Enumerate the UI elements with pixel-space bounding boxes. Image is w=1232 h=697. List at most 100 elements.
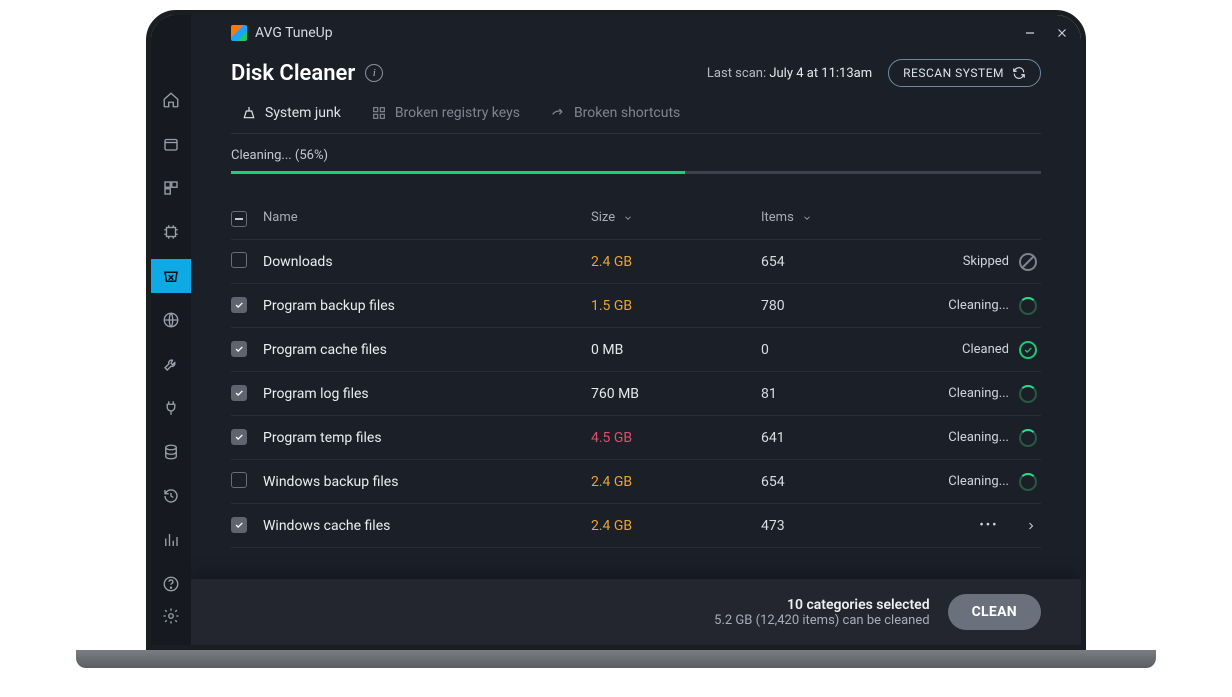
sidebar <box>151 15 191 645</box>
col-name[interactable]: Name <box>263 210 591 225</box>
tab-label: Broken registry keys <box>395 105 520 121</box>
row-items: 81 <box>761 386 911 402</box>
row-size: 1.5 GB <box>591 298 761 314</box>
row-name: Program backup files <box>263 298 591 314</box>
row-size: 4.5 GB <box>591 430 761 446</box>
last-scan-label: Last scan: <box>707 66 766 81</box>
row-name: Windows cache files <box>263 518 591 534</box>
table-header: Name Size Items <box>231 196 1041 240</box>
results-table: Name Size Items Downloads2.4 GB654Skippe… <box>191 174 1081 579</box>
row-checkbox[interactable] <box>231 429 247 445</box>
row-size: 760 MB <box>591 386 761 402</box>
refresh-icon <box>1012 66 1026 80</box>
row-status: Cleaning... <box>911 297 1041 315</box>
spinner-icon <box>1019 385 1037 403</box>
row-items: 780 <box>761 298 911 314</box>
row-status: Cleaning... <box>911 429 1041 447</box>
spinner-icon <box>1019 297 1037 315</box>
row-items: 641 <box>761 430 911 446</box>
titlebar: AVG TuneUp <box>191 15 1081 51</box>
row-checkbox[interactable] <box>231 517 247 533</box>
row-name: Downloads <box>263 254 591 270</box>
col-items[interactable]: Items <box>761 210 911 225</box>
spinner-icon <box>1019 429 1037 447</box>
progress-label: Cleaning... (56%) <box>231 148 1041 163</box>
row-name: Program cache files <box>263 342 591 358</box>
spinner-icon <box>1019 473 1037 491</box>
check-icon <box>1019 341 1037 359</box>
tab-label: System junk <box>265 105 341 121</box>
footer-title: 10 categories selected <box>714 597 929 613</box>
row-checkbox[interactable] <box>231 297 247 313</box>
sidebar-drive[interactable] <box>151 127 191 161</box>
chevron-right-icon[interactable] <box>1025 520 1037 532</box>
row-name: Program log files <box>263 386 591 402</box>
row-size: 2.4 GB <box>591 254 761 270</box>
sidebar-history[interactable] <box>151 479 191 513</box>
sidebar-plug[interactable] <box>151 391 191 425</box>
close-button[interactable] <box>1055 26 1069 40</box>
footer-sub: 5.2 GB (12,420 items) can be cleaned <box>714 613 929 628</box>
skip-icon <box>1019 253 1037 271</box>
row-checkbox[interactable] <box>231 252 247 268</box>
sidebar-chart[interactable] <box>151 523 191 557</box>
tabs: System junk Broken registry keys Broken … <box>231 97 1041 134</box>
broom-icon <box>241 105 257 121</box>
tab-shortcuts[interactable]: Broken shortcuts <box>550 105 680 121</box>
sidebar-apps[interactable] <box>151 171 191 205</box>
row-items: 0 <box>761 342 911 358</box>
sidebar-settings[interactable] <box>151 599 191 633</box>
sidebar-wrench[interactable] <box>151 347 191 381</box>
row-name: Program temp files <box>263 430 591 446</box>
tab-system-junk[interactable]: System junk <box>241 105 341 121</box>
sidebar-db[interactable] <box>151 435 191 469</box>
progress-bar <box>231 171 1041 174</box>
table-row[interactable]: Program log files760 MB81Cleaning... <box>231 372 1041 416</box>
app-window: AVG TuneUp Disk Cleaner i Last scan: Jul… <box>151 15 1081 645</box>
table-row[interactable]: Windows backup files2.4 GB654Cleaning... <box>231 460 1041 504</box>
row-size: 2.4 GB <box>591 518 761 534</box>
sidebar-globe[interactable] <box>151 303 191 337</box>
rescan-button[interactable]: RESCAN SYSTEM <box>888 59 1041 87</box>
row-status: Cleaned <box>911 341 1041 359</box>
table-row[interactable]: Windows cache files2.4 GB473••• <box>231 504 1041 548</box>
sidebar-help[interactable] <box>151 567 191 601</box>
share-icon <box>550 105 566 121</box>
page-title: Disk Cleaner <box>231 61 355 86</box>
page-header: Disk Cleaner i Last scan: July 4 at 11:1… <box>191 51 1081 97</box>
table-row[interactable]: Program temp files4.5 GB641Cleaning... <box>231 416 1041 460</box>
row-status: ••• <box>911 518 1041 533</box>
row-status: Cleaning... <box>911 385 1041 403</box>
row-status: Cleaning... <box>911 473 1041 491</box>
row-status: Skipped <box>911 253 1041 271</box>
progress-fill <box>231 171 685 174</box>
row-checkbox[interactable] <box>231 341 247 357</box>
table-row[interactable]: Program cache files0 MB0Cleaned <box>231 328 1041 372</box>
sidebar-cpu[interactable] <box>151 215 191 249</box>
sidebar-disk-cleaner[interactable] <box>151 259 191 293</box>
tab-registry[interactable]: Broken registry keys <box>371 105 520 121</box>
footer-bar: 10 categories selected 5.2 GB (12,420 it… <box>191 579 1081 645</box>
row-checkbox[interactable] <box>231 385 247 401</box>
row-name: Windows backup files <box>263 474 591 490</box>
sidebar-home[interactable] <box>151 83 191 117</box>
row-size: 0 MB <box>591 342 761 358</box>
app-logo-icon <box>231 25 247 41</box>
grid-icon <box>371 105 387 121</box>
minimize-button[interactable] <box>1023 26 1037 40</box>
app-title: AVG TuneUp <box>255 25 333 41</box>
last-scan-value: July 4 at 11:13am <box>769 66 872 81</box>
select-all-checkbox[interactable] <box>231 211 247 227</box>
row-checkbox[interactable] <box>231 472 247 488</box>
table-row[interactable]: Program backup files1.5 GB780Cleaning... <box>231 284 1041 328</box>
info-icon[interactable]: i <box>365 64 383 82</box>
chevron-down-icon <box>623 213 633 223</box>
progress-section: Cleaning... (56%) <box>191 134 1081 174</box>
clean-button[interactable]: CLEAN <box>948 594 1041 630</box>
rescan-label: RESCAN SYSTEM <box>903 66 1004 80</box>
row-size: 2.4 GB <box>591 474 761 490</box>
clean-label: CLEAN <box>972 604 1017 620</box>
table-row[interactable]: Downloads2.4 GB654Skipped <box>231 240 1041 284</box>
col-size[interactable]: Size <box>591 210 761 225</box>
more-icon[interactable]: ••• <box>979 518 998 533</box>
